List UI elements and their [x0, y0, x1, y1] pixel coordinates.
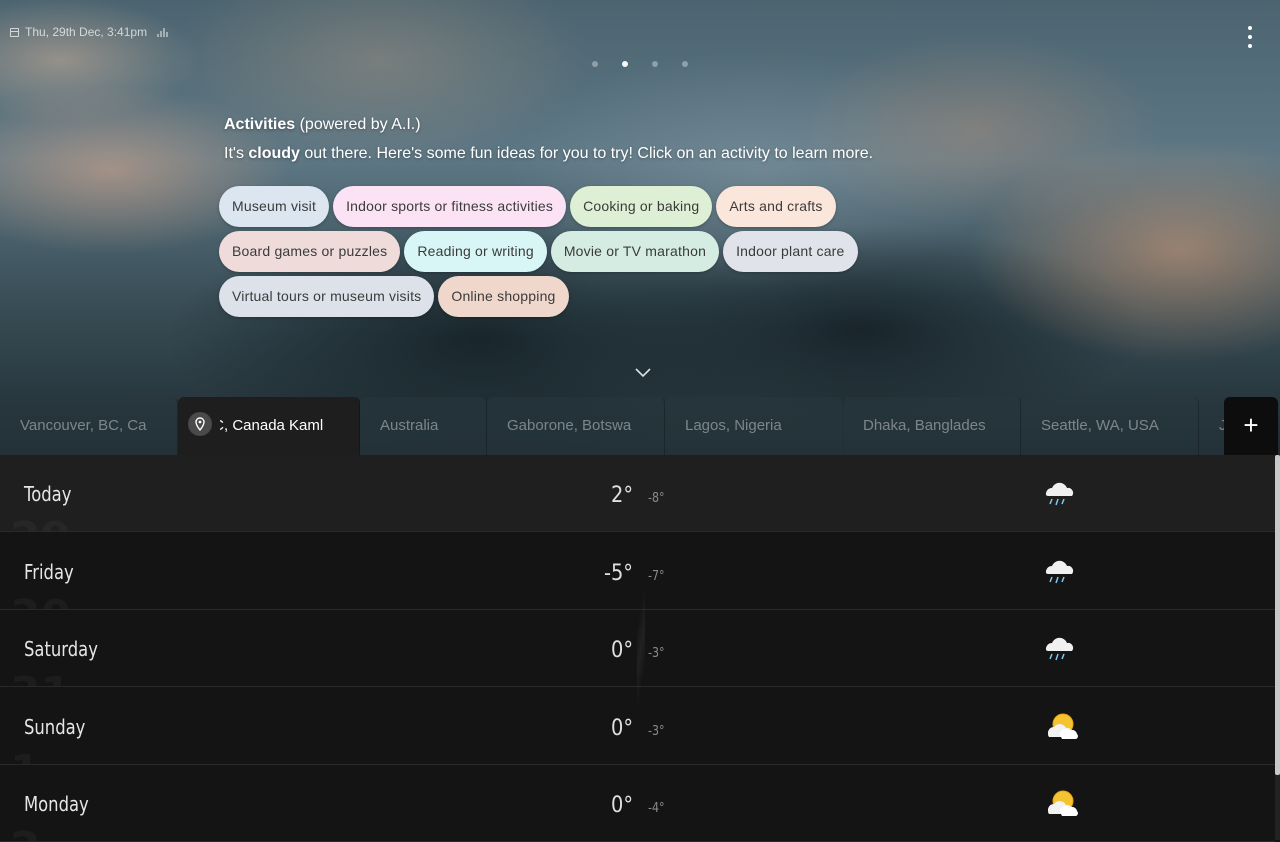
forecast-row[interactable]: 30 Friday -5° -7° — [0, 532, 1275, 610]
page-dot-active[interactable] — [622, 61, 628, 67]
status-bar: Thu, 29th Dec, 3:41pm — [10, 25, 169, 39]
location-tab[interactable]: Seattle, WA, USA — [1021, 397, 1199, 455]
page-indicator — [592, 61, 688, 67]
low-temp: -4° — [648, 801, 665, 816]
high-temp: 0° — [611, 715, 633, 741]
date-watermark: 1 — [10, 746, 41, 764]
location-tab-label: Vancouver, BC, Ca — [20, 417, 147, 434]
activity-chip[interactable]: Cooking or baking — [570, 186, 713, 227]
activity-chip[interactable]: Museum visit — [219, 186, 330, 227]
day-name: Saturday — [24, 637, 98, 661]
location-tabs: Vancouver, BC, Ca C, Canada Kaml Australia… — [0, 397, 1280, 455]
add-location-button[interactable]: + — [1224, 397, 1278, 455]
chevron-down-icon[interactable] — [634, 366, 652, 378]
activities-intro: It's cloudy out there. Here's some fun i… — [224, 145, 874, 162]
low-temp: -3° — [648, 646, 665, 661]
date-watermark: 2 — [10, 823, 41, 841]
daily-forecast: 29 Today 2° -8° 30 Friday -5° -7° 31 Saturday 0° -3… — [0, 455, 1275, 842]
low-temp: -7° — [648, 568, 665, 584]
day-name: Monday — [24, 792, 89, 816]
location-tab-label: Seattle, WA, USA — [1041, 417, 1159, 434]
location-tab-label: Lagos, Nigeria — [685, 417, 782, 434]
signal-bars-icon — [157, 27, 169, 37]
page-dot[interactable] — [682, 61, 688, 67]
location-tab[interactable]: Vancouver, BC, Ca — [0, 397, 178, 455]
forecast-row[interactable]: 31 Saturday 0° -3° — [0, 610, 1275, 687]
date-watermark: 31 — [10, 668, 71, 686]
location-tab-label: Gaborone, Botswa — [507, 417, 632, 434]
high-temp: 2° — [611, 483, 633, 508]
date-watermark: 30 — [10, 591, 71, 609]
activity-chip[interactable]: Indoor sports or fitness activities — [333, 186, 567, 227]
location-tab-label: Dhaka, Banglades — [863, 417, 986, 434]
high-temp: 0° — [611, 638, 633, 663]
activity-chip[interactable]: Indoor plant care — [723, 231, 858, 272]
activity-chip[interactable]: Online shopping — [438, 276, 569, 317]
kebab-menu-icon[interactable] — [1242, 26, 1258, 48]
activity-chip[interactable]: Reading or writing — [404, 231, 547, 272]
sky-hero: Thu, 29th Dec, 3:41pm Activities (powere… — [0, 0, 1280, 455]
page-dot[interactable] — [652, 61, 658, 67]
rain-cloud-icon — [1040, 632, 1080, 666]
weather-condition: cloudy — [248, 145, 300, 162]
activity-chip[interactable]: Virtual tours or museum visits — [219, 276, 435, 317]
scrollbar-thumb[interactable] — [1275, 455, 1280, 775]
location-tab-label: Australia — [380, 417, 439, 434]
page-dot[interactable] — [592, 61, 598, 67]
scrollbar[interactable] — [1275, 455, 1280, 840]
location-tab[interactable]: Lagos, Nigeria — [665, 397, 844, 455]
forecast-row[interactable]: 2 Monday 0° -4° — [0, 765, 1275, 842]
low-temp: -8° — [648, 491, 665, 506]
day-name: Today — [24, 482, 72, 506]
location-tab-label: , Canada Kaml — [224, 417, 324, 434]
activities-panel: Activities (powered by A.I.) It's cloudy… — [224, 114, 1224, 165]
activity-chip[interactable]: Board games or puzzles — [219, 231, 401, 272]
activities-title: Activities (powered by A.I.) — [224, 116, 421, 133]
sun-behind-cloud-icon — [1040, 787, 1080, 821]
high-temp: 0° — [611, 793, 633, 818]
location-tab[interactable]: Australia — [360, 397, 487, 455]
activity-chips: Museum visit Indoor sports or fitness act… — [219, 186, 939, 317]
forecast-row[interactable]: 1 Sunday 0° -3° — [0, 687, 1275, 765]
day-name: Friday — [24, 559, 74, 584]
activity-chip[interactable]: Arts and crafts — [716, 186, 836, 227]
rain-cloud-icon — [1040, 555, 1080, 589]
high-temp: -5° — [604, 560, 633, 586]
location-tab-active[interactable]: C, Canada Kaml — [178, 397, 360, 455]
location-tab[interactable]: Dhaka, Banglades — [843, 397, 1021, 455]
rain-cloud-icon — [1040, 477, 1080, 511]
sun-behind-cloud-icon — [1040, 710, 1080, 744]
low-temp: -3° — [648, 723, 665, 739]
day-name: Sunday — [24, 714, 86, 739]
date-watermark: 29 — [10, 513, 71, 531]
forecast-row[interactable]: 29 Today 2° -8° — [0, 455, 1275, 532]
datetime-text: Thu, 29th Dec, 3:41pm — [25, 25, 148, 39]
calendar-icon — [10, 27, 19, 37]
location-tab[interactable]: Gaborone, Botswa — [487, 397, 665, 455]
location-pin-icon — [188, 412, 212, 437]
activity-chip[interactable]: Movie or TV marathon — [550, 231, 720, 272]
